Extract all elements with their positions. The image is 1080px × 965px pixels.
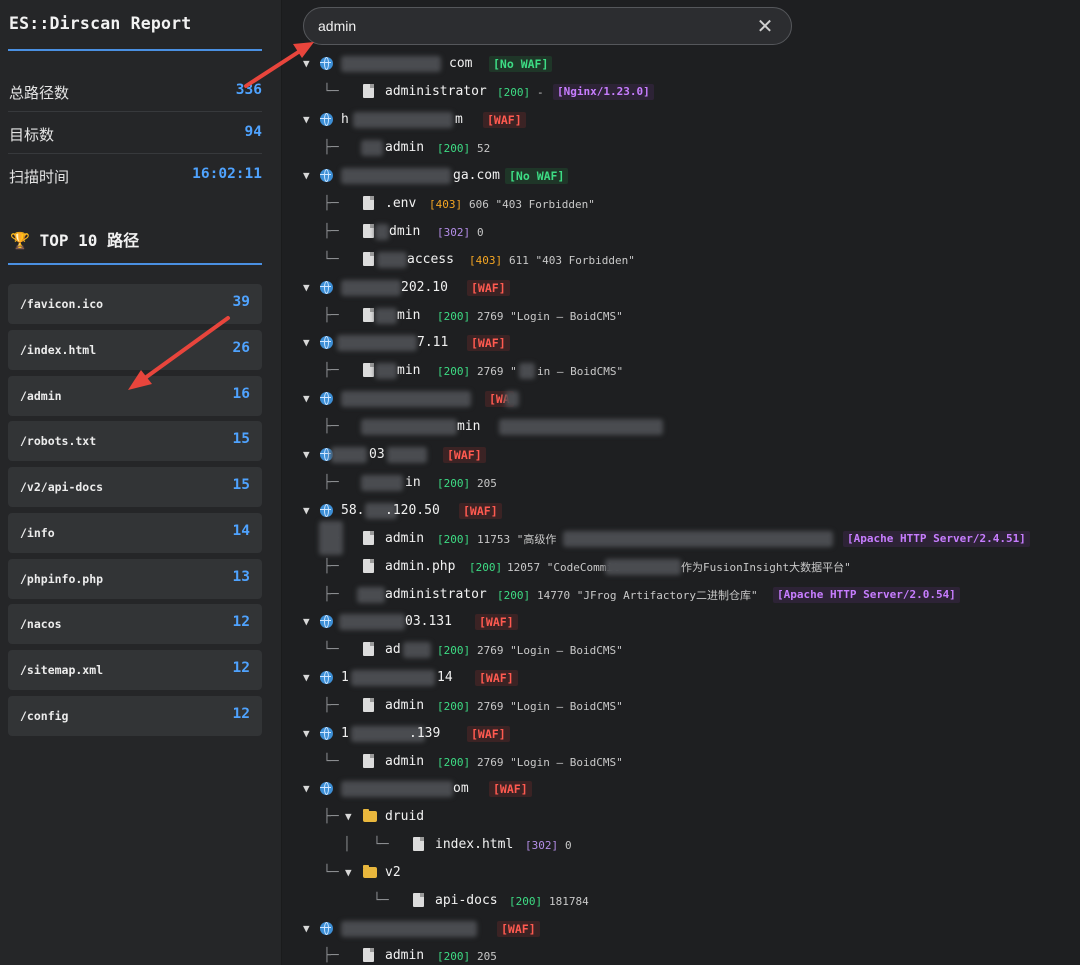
arrow-to-admin-path-icon	[128, 316, 230, 390]
arrow-to-search-icon	[244, 42, 314, 88]
annotation-arrows	[128, 42, 314, 390]
